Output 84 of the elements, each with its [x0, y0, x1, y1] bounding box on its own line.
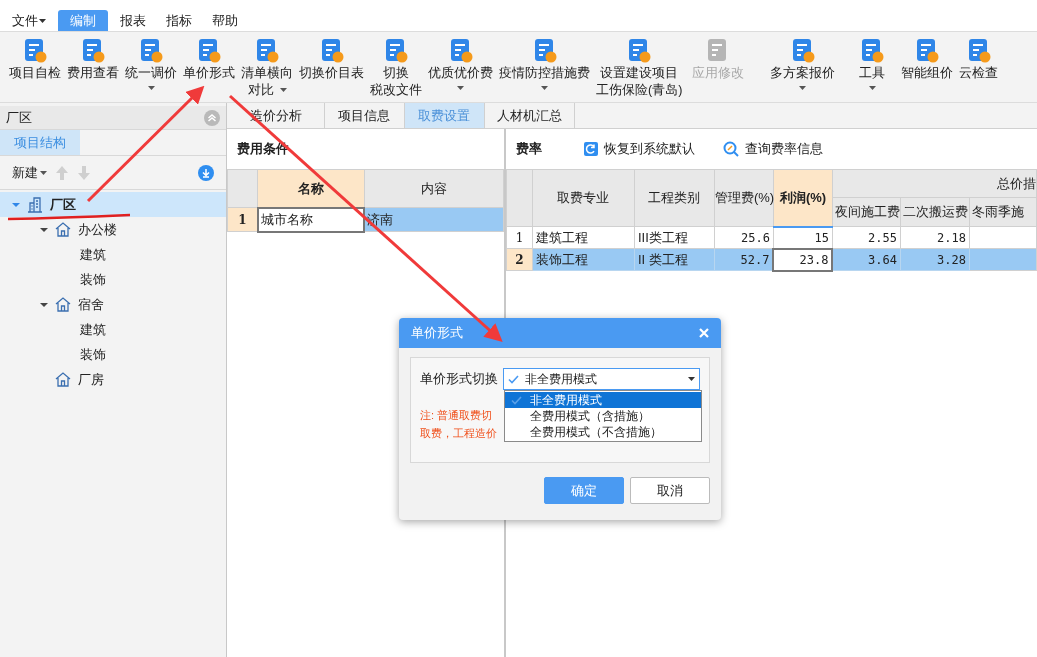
toolbar-button[interactable]: 多方案报价: [767, 38, 839, 90]
toolbar-button[interactable]: 云检查: [956, 38, 1002, 81]
document-icon: [81, 38, 105, 64]
document-icon: [915, 38, 940, 64]
caret-icon: [40, 170, 47, 175]
document-icon: [197, 38, 221, 64]
document-icon: [790, 38, 815, 64]
check-icon: [511, 395, 522, 405]
toolbar-button[interactable]: 统一调价: [122, 38, 180, 90]
menu-item[interactable]: 报表: [112, 10, 154, 31]
document-icon: [319, 38, 344, 64]
toolbar-button[interactable]: 项目自检: [6, 38, 64, 81]
new-dropdown[interactable]: 新建: [12, 162, 47, 183]
tree-item[interactable]: 装饰: [0, 342, 226, 367]
column-header: 名称: [257, 169, 365, 208]
column-header: 利润(%): [773, 169, 833, 227]
dialog-title: 单价形式: [411, 324, 463, 343]
field-label: 单价形式切换: [420, 370, 499, 389]
row-number: 2: [506, 248, 533, 271]
tree-item[interactable]: 办公楼: [0, 217, 226, 242]
house-icon: [55, 372, 71, 387]
document-icon: [532, 38, 557, 64]
price-mode-dropdown[interactable]: 非全费用模式: [503, 368, 700, 390]
toolbar-button[interactable]: 设置建设项目 工伤保险(青岛): [593, 38, 686, 98]
tree-item[interactable]: 厂区: [0, 192, 226, 217]
toolbar-button[interactable]: 单价形式: [180, 38, 238, 81]
row-number: 1: [227, 207, 258, 232]
column-header: 取费专业: [532, 169, 635, 227]
tree-item[interactable]: 厂房: [0, 367, 226, 392]
menu-item[interactable]: 文件: [4, 10, 54, 31]
toolbar-button[interactable]: 清单横向 对比: [238, 38, 296, 98]
expanded-caret-icon[interactable]: [40, 300, 48, 309]
table-cell: 城市名称: [257, 207, 365, 232]
close-icon[interactable]: [699, 328, 709, 338]
toolbar-button[interactable]: 切换价目表: [296, 38, 367, 81]
column-header: 冬雨季施: [969, 197, 1037, 227]
cancel-button[interactable]: 取消: [630, 477, 710, 504]
document-icon: [139, 38, 163, 64]
house-icon: [55, 297, 71, 312]
column-header: 管理费(%): [714, 169, 774, 227]
tree-item[interactable]: 宿舍: [0, 292, 226, 317]
toolbar-button[interactable]: 优质优价费: [425, 38, 496, 90]
dropdown-option[interactable]: 非全费用模式: [505, 392, 701, 408]
toolbar-link[interactable]: 恢复到系统默认: [584, 139, 695, 159]
download-icon[interactable]: [198, 164, 214, 181]
building-icon: [27, 196, 43, 213]
toolbar-button[interactable]: 智能组价: [898, 38, 957, 81]
column-header: 二次搬运费: [900, 197, 970, 227]
warning-note: 取费，工程造价: [420, 426, 497, 441]
collapse-icon[interactable]: [204, 109, 220, 126]
expanded-caret-icon[interactable]: [40, 225, 48, 234]
check-icon: [508, 374, 520, 384]
row-number: 1: [506, 226, 533, 249]
menu-item[interactable]: 指标: [158, 10, 200, 31]
document-icon: [23, 38, 47, 64]
column-header: 内容: [364, 169, 504, 208]
tree-item[interactable]: 建筑: [0, 242, 226, 267]
tree-item[interactable]: 建筑: [0, 317, 226, 342]
section-title: 费率: [516, 140, 542, 159]
menu-item[interactable]: 帮助: [204, 10, 246, 31]
document-icon: [966, 38, 991, 64]
document-icon: [860, 38, 885, 64]
caret-icon: [688, 377, 695, 381]
column-header: 工程类别: [634, 169, 715, 227]
toolbar-button[interactable]: 工具: [856, 38, 889, 90]
document-icon: [384, 38, 408, 64]
column-header: 夜间施工费: [832, 197, 901, 227]
toolbar-link[interactable]: 查询费率信息: [723, 139, 823, 159]
toolbar-button[interactable]: 疫情防控措施费: [496, 38, 593, 90]
toolbar-button[interactable]: 费用查看: [64, 38, 122, 81]
column-header: 总价措: [832, 169, 1037, 198]
refresh-icon: [584, 142, 598, 156]
document-icon: [448, 38, 473, 64]
tree-item[interactable]: 装饰: [0, 267, 226, 292]
toolbar-button[interactable]: 切换 税改文件: [367, 38, 425, 98]
search-icon: [723, 141, 739, 157]
dropdown-option[interactable]: 全费用模式（含措施）: [505, 408, 701, 424]
dropdown-option[interactable]: 全费用模式（不含措施）: [505, 424, 701, 440]
table-cell: 23.8: [773, 248, 833, 271]
house-icon: [55, 222, 71, 237]
document-icon: [627, 38, 652, 64]
warning-note: 注: 普通取费切: [420, 408, 493, 423]
panel-title: 厂区: [6, 108, 32, 127]
document-icon: [255, 38, 279, 64]
